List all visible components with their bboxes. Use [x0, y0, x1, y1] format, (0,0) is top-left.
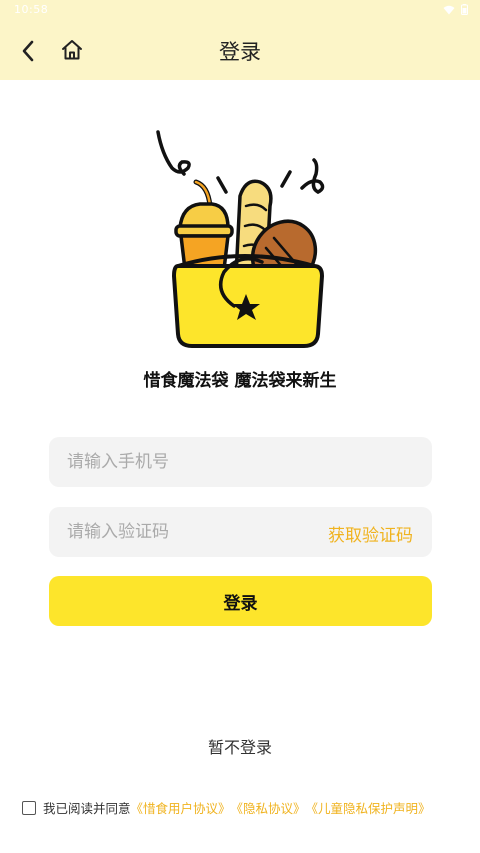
home-button[interactable] [60, 38, 84, 62]
wifi-icon [443, 5, 455, 14]
phone-input[interactable] [67, 437, 317, 487]
chevron-left-icon [22, 40, 34, 62]
phone-field [49, 437, 432, 487]
status-icons [443, 4, 468, 15]
code-input[interactable] [67, 507, 317, 557]
slogan-text: 惜食魔法袋 魔法袋来新生 [143, 371, 337, 391]
agreement-row: 我已阅读并同意 《惜食用户协议》 《隐私协议》 《儿童隐私保护声明》 [22, 798, 472, 817]
privacy-agreement-link[interactable]: 《隐私协议》 [231, 798, 306, 817]
code-field: 获取验证码 [49, 507, 432, 557]
child-privacy-link[interactable]: 《儿童隐私保护声明》 [306, 798, 431, 817]
get-code-button[interactable]: 获取验证码 [328, 521, 413, 546]
user-agreement-link[interactable]: 《惜食用户协议》 [131, 798, 231, 817]
skip-login-link[interactable]: 暂不登录 [0, 734, 480, 758]
status-bar: 10:58 [0, 0, 480, 22]
battery-icon [461, 4, 468, 15]
header-bar: 10:58 登录 [0, 0, 480, 80]
agreement-text: 我已阅读并同意 [43, 801, 131, 816]
back-button[interactable] [16, 38, 42, 64]
login-button[interactable]: 登录 [49, 576, 432, 626]
status-time: 10:58 [14, 3, 49, 16]
magic-bag-illustration [156, 130, 325, 348]
home-icon [62, 40, 82, 60]
agreement-checkbox[interactable] [22, 800, 36, 815]
